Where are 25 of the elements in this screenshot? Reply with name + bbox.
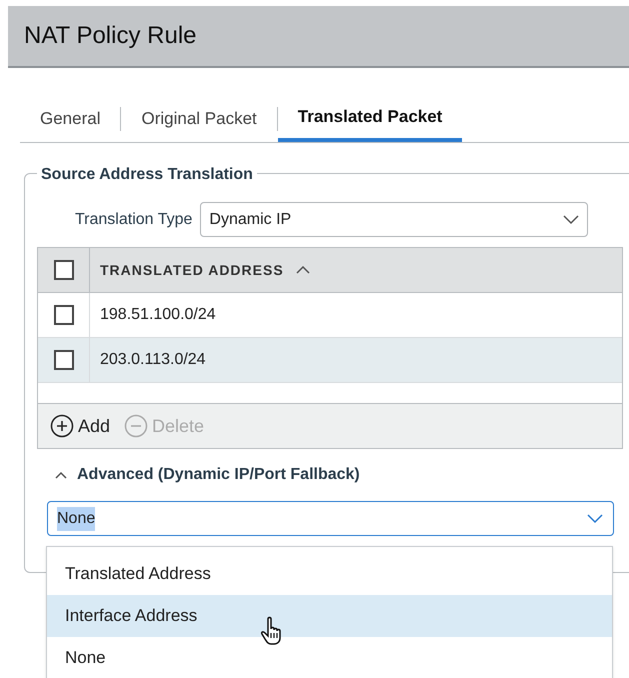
table-cell-text: 198.51.100.0/24 [100,305,216,325]
menu-option[interactable]: Interface Address [47,595,612,637]
field-label: Translation Type [75,210,192,230]
menu-option[interactable]: None [47,637,612,678]
minus-circle-icon [124,414,148,438]
table-row[interactable]: 198.51.100.0/24 [38,293,622,338]
column-header[interactable]: TRANSLATED ADDRESS [100,260,284,280]
chevron-down-icon [587,514,603,524]
tab[interactable]: Translated Packet [278,95,462,142]
table-cell-text: 203.0.113.0/24 [100,350,206,370]
window-title: NAT Policy Rule [24,21,196,51]
translation-type-dropdown[interactable]: Dynamic IP [200,202,588,237]
chevron-down-icon [563,214,580,224]
sort-ascending-icon [296,266,310,274]
tab[interactable]: Original Packet [121,95,277,142]
fallback-dropdown[interactable]: None [47,501,614,536]
add-button[interactable]: Add [50,412,110,440]
plus-circle-icon [50,414,74,438]
checkbox[interactable] [54,305,74,325]
tab[interactable]: General [20,95,120,142]
advanced-toggle[interactable]: Advanced (Dynamic IP/Port Fallback) [77,463,360,487]
checkbox[interactable] [54,350,74,370]
checkbox[interactable] [54,260,74,280]
menu-option[interactable]: Translated Address [47,553,612,595]
table-row[interactable]: 203.0.113.0/24 [38,338,622,383]
